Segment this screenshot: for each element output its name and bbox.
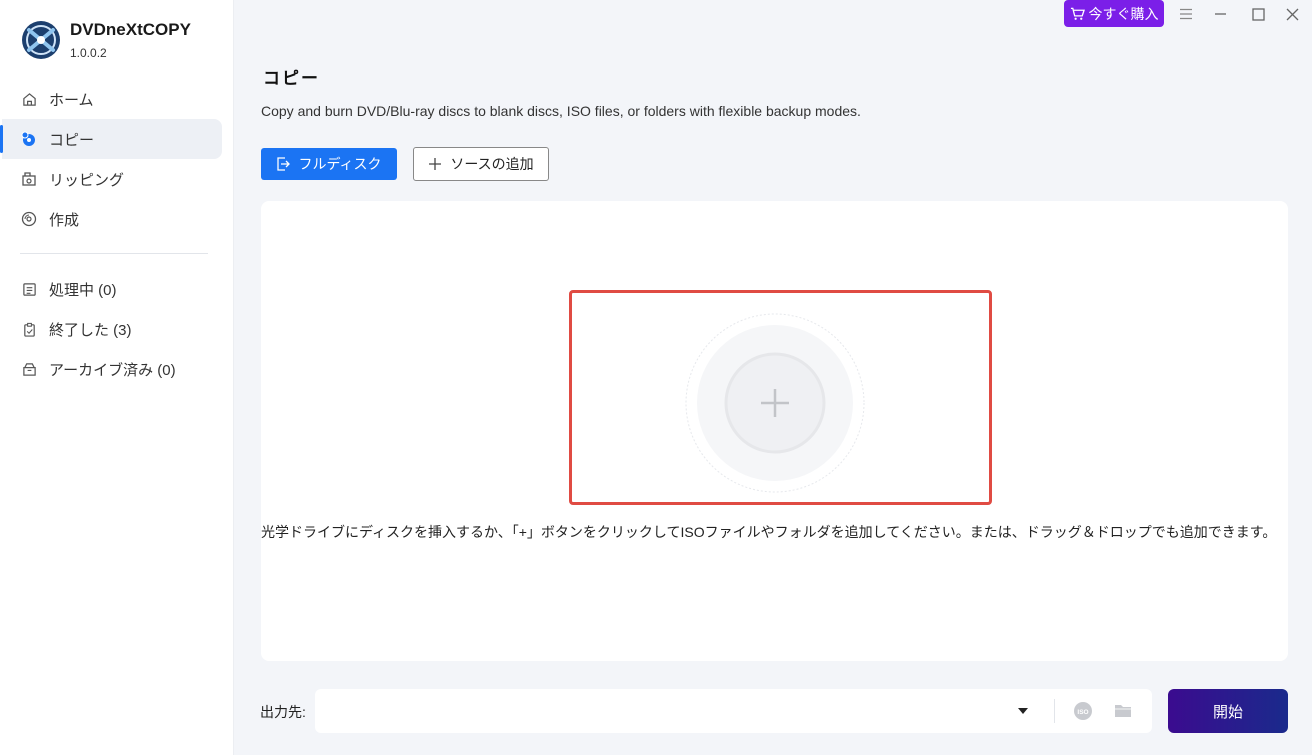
output-separator [1054,699,1055,723]
processing-list-icon [21,281,37,297]
sidebar-item-label: 終了した (3) [49,321,132,339]
maximize-icon [1251,7,1265,21]
sidebar-item-label: アーカイブ済み (0) [49,361,176,379]
sidebar-item-create[interactable]: 作成 [2,199,222,239]
plus-icon [429,158,442,170]
add-source-label: ソースの追加 [450,156,534,172]
sidebar-item-archived[interactable]: アーカイブ済み (0) [2,349,222,389]
output-destination-field: ISO [315,689,1152,733]
create-disc-icon [21,211,37,227]
iso-icon-text: ISO [1077,709,1088,716]
menu-button[interactable] [1176,4,1196,24]
buy-now-label: 今すぐ購入 [1088,5,1159,22]
sidebar-item-home[interactable]: ホーム [2,79,222,119]
sidebar-item-label: ホーム [49,91,94,109]
close-icon [1286,8,1298,20]
full-disc-button[interactable]: フルディスク [261,148,397,180]
output-label: 出力先: [260,704,306,720]
dropdown-arrow-icon [1018,708,1028,714]
sidebar-item-label: コピー [49,131,95,149]
close-button[interactable] [1282,4,1302,24]
app-version: 1.0.0.2 [70,46,107,60]
output-dropdown-button[interactable] [1015,703,1031,719]
sidebar-item-label: 作成 [49,211,80,229]
home-icon [21,91,37,107]
full-disc-mode-icon [277,157,291,171]
sidebar-divider [20,253,208,254]
minimize-icon [1214,13,1226,15]
add-source-plus-circle[interactable] [685,313,865,493]
drop-hint-text: 光学ドライブにディスクを挿入するか、「+」ボタンをクリックしてISOファイルやフ… [261,524,1277,540]
add-source-button[interactable]: ソースの追加 [413,147,549,181]
sidebar-item-finished[interactable]: 終了した (3) [2,309,222,349]
sidebar-item-ripping[interactable]: リッピング [2,159,222,199]
sidebar-item-processing[interactable]: 処理中 (0) [2,269,222,309]
hamburger-menu-icon [1180,8,1192,20]
output-path-input[interactable] [315,689,1045,733]
sidebar-item-label: 処理中 (0) [49,281,117,299]
buy-now-button[interactable]: 今すぐ購入 [1064,0,1164,27]
minimize-button[interactable] [1210,4,1230,24]
task-nav: 処理中 (0) 終了した (3) アーカイブ済み (0) [0,269,234,389]
folder-icon[interactable] [1113,701,1133,721]
iso-output-icon[interactable]: ISO [1073,701,1093,721]
start-button[interactable]: 開始 [1168,689,1288,733]
sidebar-item-label: リッピング [49,171,125,189]
archive-box-icon [21,361,37,377]
cart-icon [1070,7,1085,20]
rip-icon [21,171,37,187]
main-nav: ホーム コピー リッピング 作成 [0,79,234,239]
start-label: 開始 [1212,703,1243,721]
maximize-button[interactable] [1248,4,1268,24]
sidebar: DVDneXtCOPY 1.0.0.2 ホーム コピー リッピング 作成 処理中… [0,0,234,755]
app-logo-block: DVDneXtCOPY 1.0.0.2 [21,20,191,60]
app-logo-icon [22,21,60,59]
app-name: DVDneXtCOPY [70,20,191,39]
disc-copy-icon [21,131,37,147]
title-bar: 今すぐ購入 [234,0,1312,34]
finished-clipboard-icon [21,321,37,337]
page-title: コピー [263,69,320,88]
page-description: Copy and burn DVD/Blu-ray discs to blank… [261,103,861,119]
full-disc-label: フルディスク [298,156,382,172]
sidebar-item-copy[interactable]: コピー [0,119,222,159]
